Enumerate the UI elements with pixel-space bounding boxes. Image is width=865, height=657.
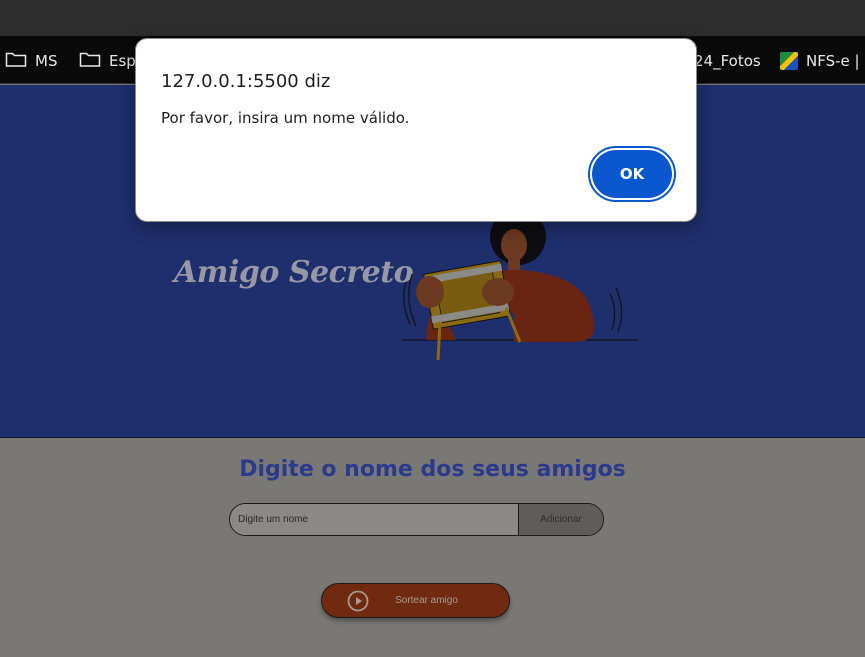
draw-friend-button[interactable]: Sortear amigo xyxy=(321,583,510,618)
name-input-group: Adicionar xyxy=(229,503,604,536)
folder-icon xyxy=(5,50,27,72)
dialog-title: 127.0.0.1:5500 diz xyxy=(161,71,331,92)
play-circle-icon xyxy=(347,590,369,612)
section-heading: Digite o nome dos seus amigos xyxy=(239,457,626,482)
browser-tab-strip xyxy=(0,0,865,36)
nfse-logo-icon xyxy=(780,52,798,70)
bookmark-nfse[interactable]: NFS-e | P xyxy=(780,50,865,72)
draw-button-label: Sortear amigo xyxy=(395,595,458,606)
bookmark-ms[interactable]: MS xyxy=(5,50,57,72)
bookmark-label: 24_Fotos xyxy=(694,52,761,70)
ok-button-label: OK xyxy=(592,150,672,198)
bookmark-label: NFS-e | P xyxy=(806,52,865,70)
dialog-message: Por favor, insira um nome válido. xyxy=(161,109,410,127)
bookmark-label: MS xyxy=(35,52,58,70)
hero-title: Amigo Secreto xyxy=(174,255,414,290)
person-holding-gift-illustration xyxy=(402,212,638,361)
folder-icon xyxy=(79,50,101,72)
alert-dialog: 127.0.0.1:5500 diz Por favor, insira um … xyxy=(135,38,697,222)
add-button[interactable]: Adicionar xyxy=(519,504,603,535)
bookmark-fotos[interactable]: 24_Fotos xyxy=(694,50,761,72)
name-input[interactable] xyxy=(230,504,519,535)
ok-button[interactable]: OK xyxy=(588,146,676,202)
